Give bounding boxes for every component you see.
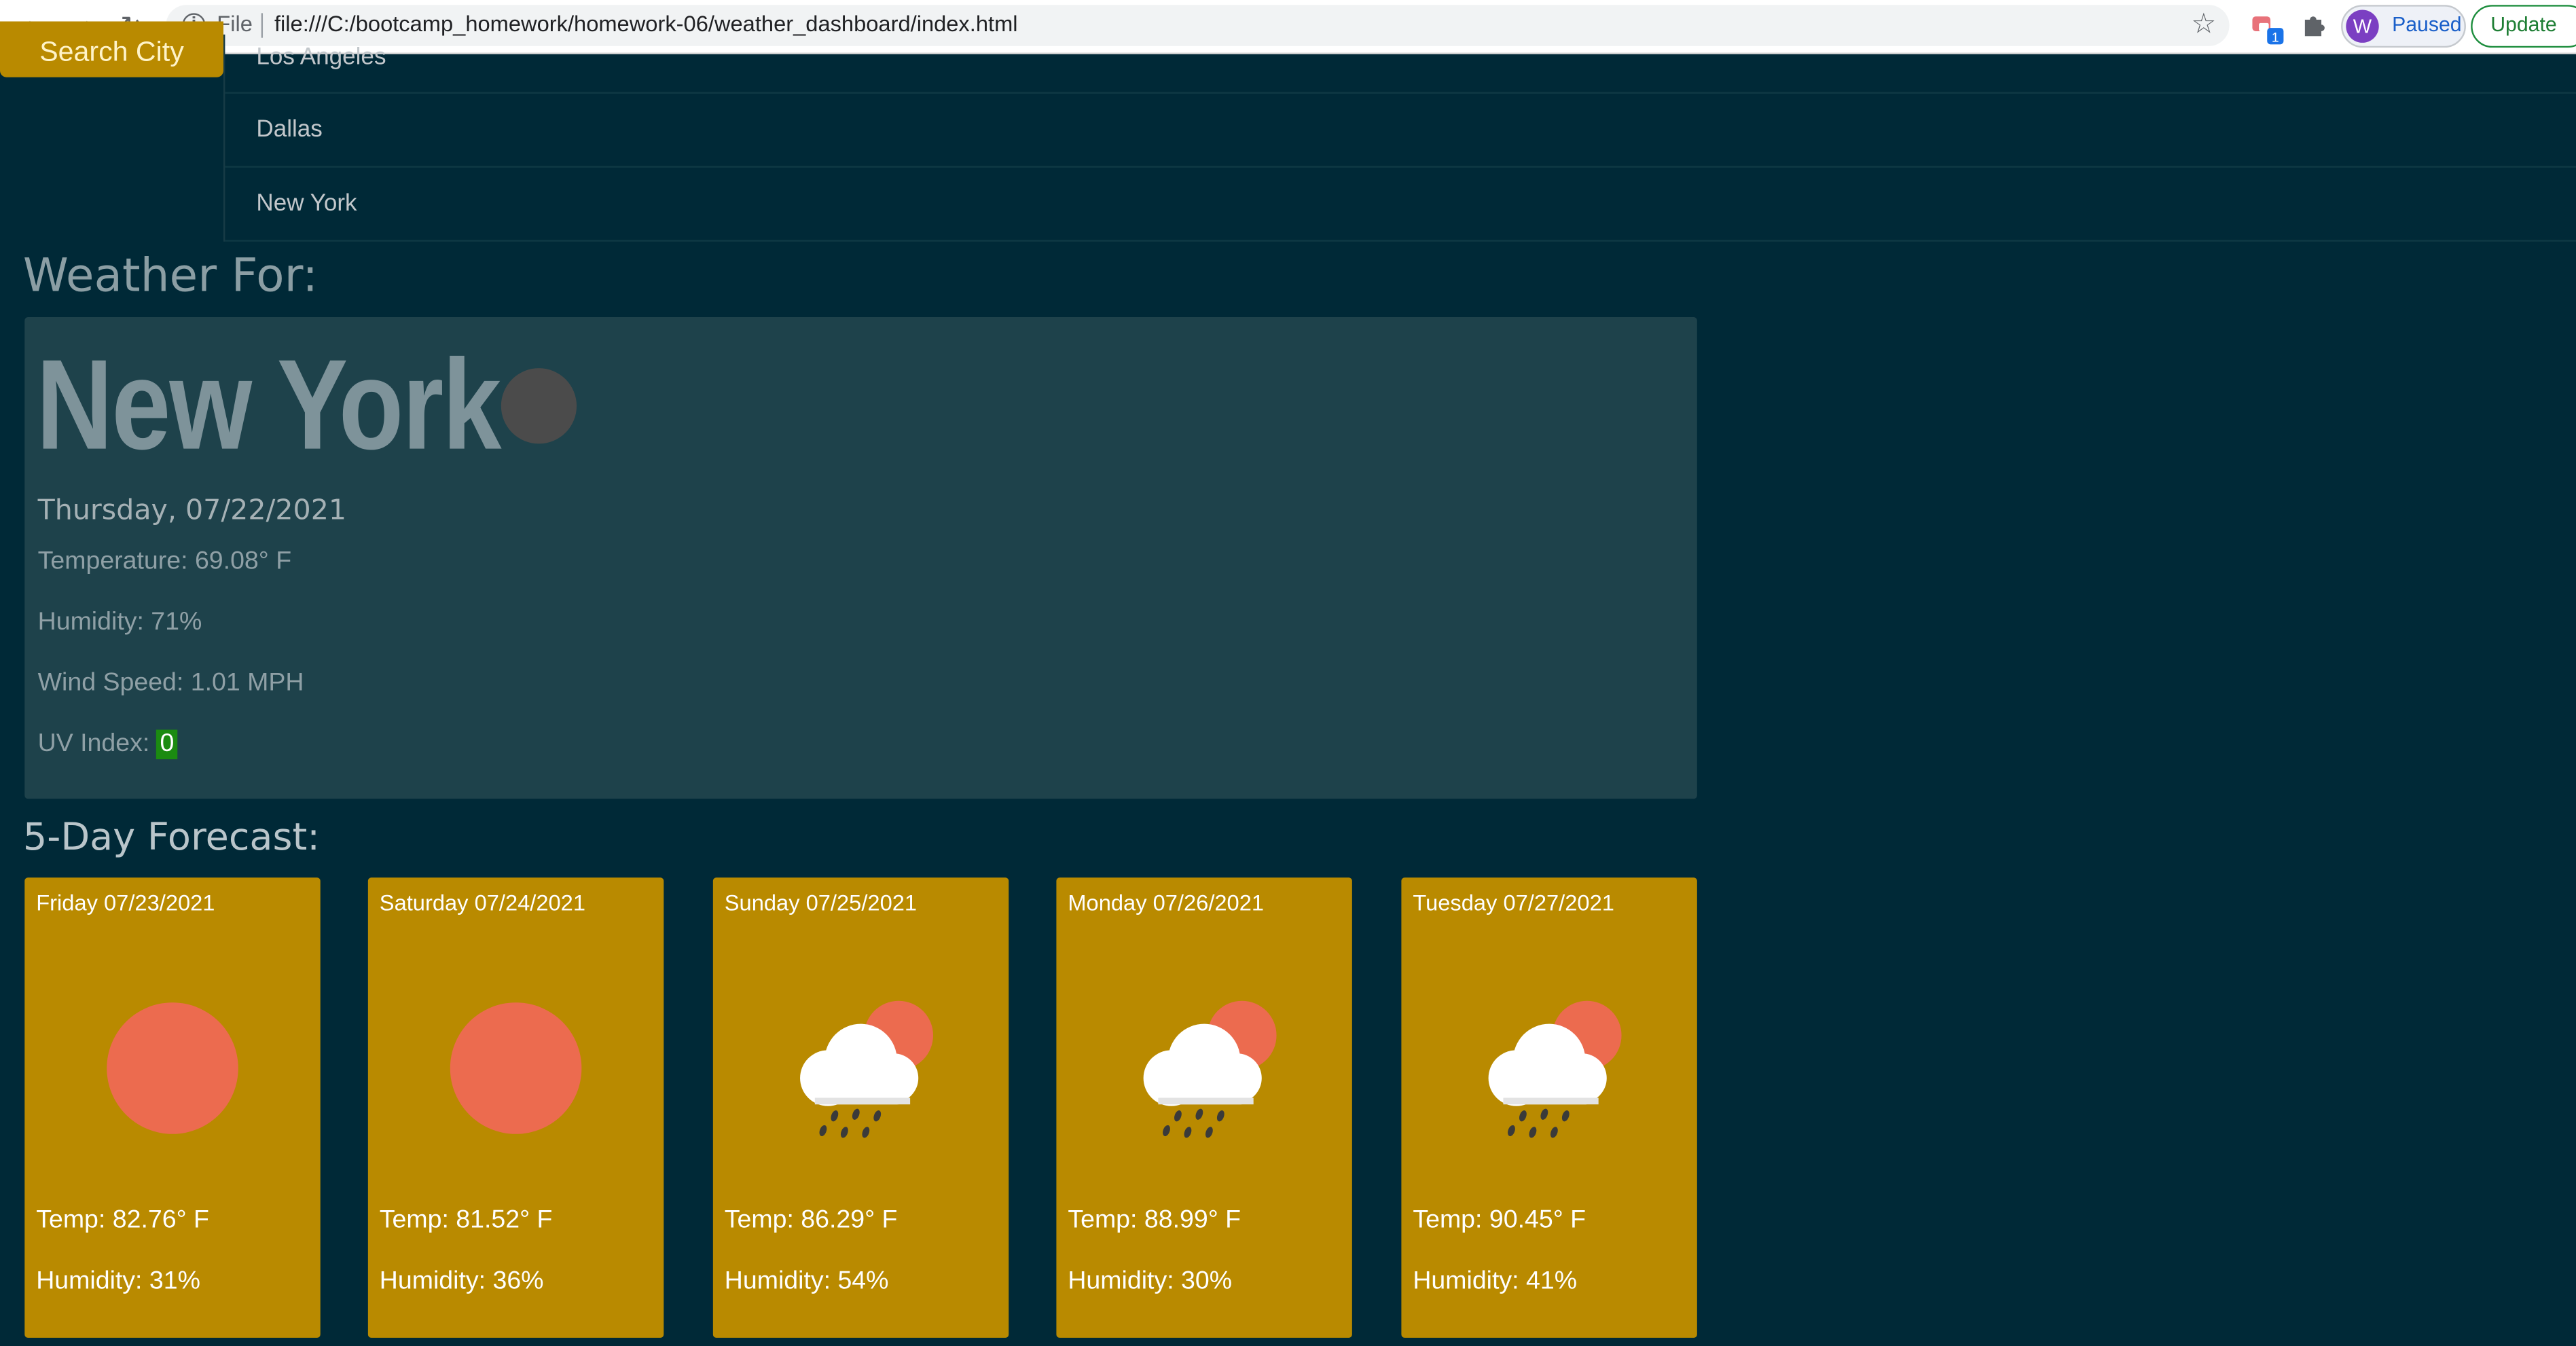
current-date: Thursday, 07/22/2021 [37, 494, 347, 528]
sun-rain-cloud-icon [800, 1000, 933, 1138]
search-city-button[interactable]: Search City [0, 21, 223, 77]
weather-icon [501, 368, 577, 444]
update-label: Update [2490, 13, 2557, 37]
forecast-humidity: Humidity: 31% [36, 1267, 200, 1295]
forecast-card: Saturday 07/24/2021 Temp: 81.52° F Humid… [367, 877, 664, 1338]
uv-index-badge: 0 [156, 729, 178, 760]
forecast-humidity: Humidity: 54% [724, 1267, 889, 1295]
city-name: New York [36, 331, 501, 477]
more-vert-icon[interactable]: ⋮ [2568, 10, 2576, 38]
history-item[interactable]: Los Angeles [225, 35, 2576, 94]
sun-icon [450, 1002, 582, 1134]
forecast-humidity: Humidity: 36% [379, 1267, 544, 1295]
weather-dashboard: Search City Los Angeles Dallas New York … [0, 21, 2576, 1346]
forecast-card: Sunday 07/25/2021 Temp: 86.29° F Humidit… [712, 877, 1009, 1338]
forecast-temp: Temp: 90.45° F [1413, 1206, 1586, 1235]
forecast-heading: 5-Day Forecast: [22, 816, 321, 860]
sun-rain-cloud-icon [1143, 1000, 1277, 1138]
forecast-date: Monday 07/26/2021 [1068, 890, 1265, 915]
browser-window: ← → ↻ i File file:///C:/bootcamp_homewor… [0, 0, 2576, 1346]
forecast-date: Saturday 07/24/2021 [379, 890, 586, 915]
history-item[interactable]: Dallas [225, 94, 2576, 168]
uv-index-row: UV Index: 0 [37, 729, 178, 760]
forecast-card: Monday 07/26/2021 Temp: 88.99° F Humidit… [1056, 877, 1352, 1338]
forecast-date: Sunday 07/25/2021 [724, 890, 918, 915]
forecast-humidity: Humidity: 30% [1068, 1267, 1233, 1295]
uv-index-label: UV Index: [37, 729, 157, 758]
weather-for-heading: Weather For: [22, 248, 319, 303]
forecast-temp: Temp: 81.52° F [379, 1206, 553, 1235]
forecast-card: Friday 07/23/2021 Temp: 82.76° F Humidit… [24, 877, 321, 1338]
forecast-temp: Temp: 82.76° F [36, 1206, 209, 1235]
forecast-date: Friday 07/23/2021 [36, 890, 215, 915]
history-item[interactable]: New York [225, 168, 2576, 242]
current-weather-card: New York Thursday, 07/22/2021 Temperatur… [24, 317, 1697, 799]
search-history-list: Los Angeles Dallas New York [223, 34, 2576, 242]
wind-speed-text: Wind Speed: 1.01 MPH [37, 668, 304, 697]
sun-rain-cloud-icon [1488, 1000, 1622, 1138]
forecast-card: Tuesday 07/27/2021 Temp: 90.45° F Humidi… [1401, 877, 1697, 1338]
forecast-humidity: Humidity: 41% [1413, 1267, 1578, 1295]
temperature-text: Temperature: 69.08° F [37, 547, 292, 575]
url-text[interactable]: file:///C:/bootcamp_homework/homework-06… [274, 12, 1018, 36]
profile-status: Paused [2392, 13, 2462, 37]
forecast-date: Tuesday 07/27/2021 [1413, 890, 1614, 915]
sun-icon [107, 1002, 238, 1134]
forecast-temp: Temp: 86.29° F [724, 1206, 898, 1235]
humidity-text: Humidity: 71% [37, 608, 202, 636]
forecast-temp: Temp: 88.99° F [1068, 1206, 1241, 1235]
